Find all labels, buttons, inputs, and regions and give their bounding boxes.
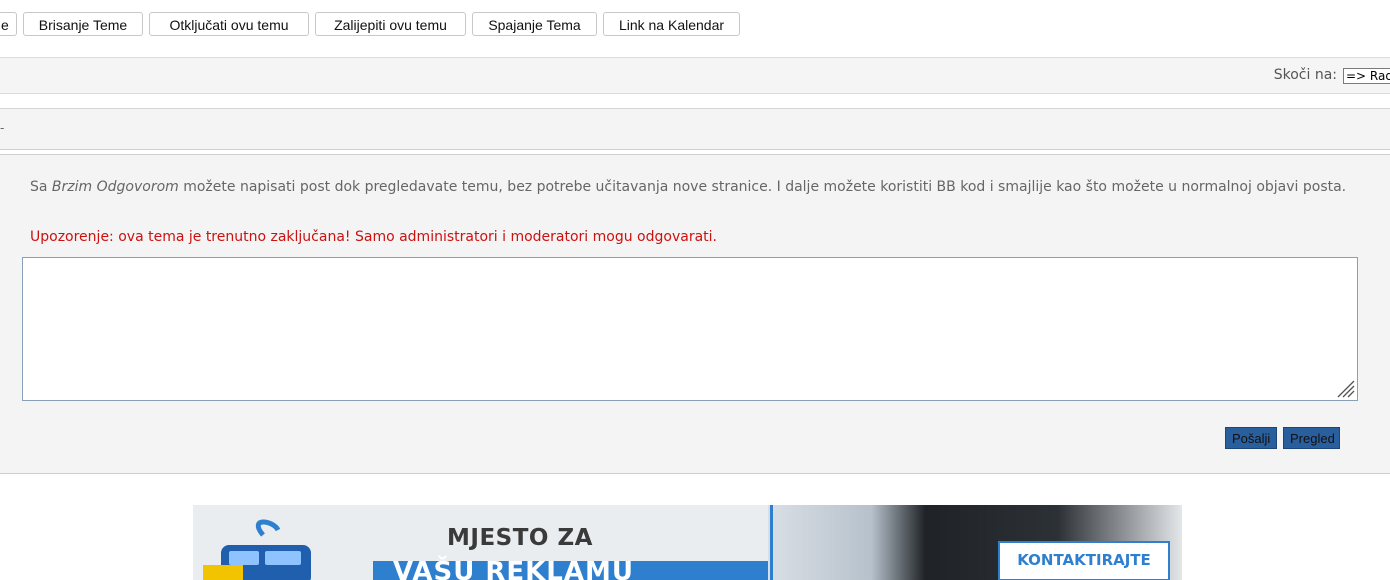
- delete-topic-button[interactable]: Brisanje Teme: [23, 12, 143, 36]
- merge-topics-button[interactable]: Spajanje Tema: [472, 12, 597, 36]
- header-mark: -: [0, 121, 5, 135]
- quick-reply-info: Sa Brzim Odgovorom možete napisati post …: [30, 178, 1350, 196]
- contact-us-button[interactable]: KONTAKTIRAJTE NAS: [998, 541, 1170, 580]
- reply-textarea[interactable]: [22, 257, 1358, 401]
- advertisement-banner[interactable]: MJESTO ZA VAŠU REKLAMU KONTAKTIRAJTE NAS: [193, 505, 1182, 580]
- info-emphasis: Brzim Odgovorom: [51, 179, 179, 195]
- unlock-topic-button[interactable]: Otključati ovu temu: [149, 12, 309, 36]
- resize-grip-icon[interactable]: [1334, 377, 1356, 399]
- quick-reply-header: -: [0, 108, 1390, 150]
- jump-select[interactable]: => Rad: [1343, 68, 1390, 84]
- banner-divider: [770, 505, 773, 580]
- preview-button[interactable]: Pregled: [1283, 427, 1340, 449]
- info-rest: možete napisati post dok pregledavate te…: [178, 179, 1347, 195]
- bus-logo-icon: [203, 519, 311, 580]
- banner-strip-text: VAŠU REKLAMU: [393, 557, 634, 580]
- info-prefix: Sa: [30, 179, 52, 195]
- send-button[interactable]: Pošalji: [1225, 427, 1277, 449]
- quick-reply-panel: Sa Brzim Odgovorom možete napisati post …: [0, 154, 1390, 474]
- calendar-link-button[interactable]: Link na Kalendar: [603, 12, 740, 36]
- locked-warning: Upozorenje: ova tema je trenutno zaključ…: [30, 229, 717, 245]
- moderation-button-partial[interactable]: e: [0, 12, 17, 36]
- jump-bar: Skoči na: => Rad: [0, 57, 1390, 94]
- jump-label: Skoči na:: [1273, 67, 1337, 83]
- pin-topic-button[interactable]: Zalijepiti ovu temu: [315, 12, 466, 36]
- banner-headline: MJESTO ZA: [447, 525, 593, 551]
